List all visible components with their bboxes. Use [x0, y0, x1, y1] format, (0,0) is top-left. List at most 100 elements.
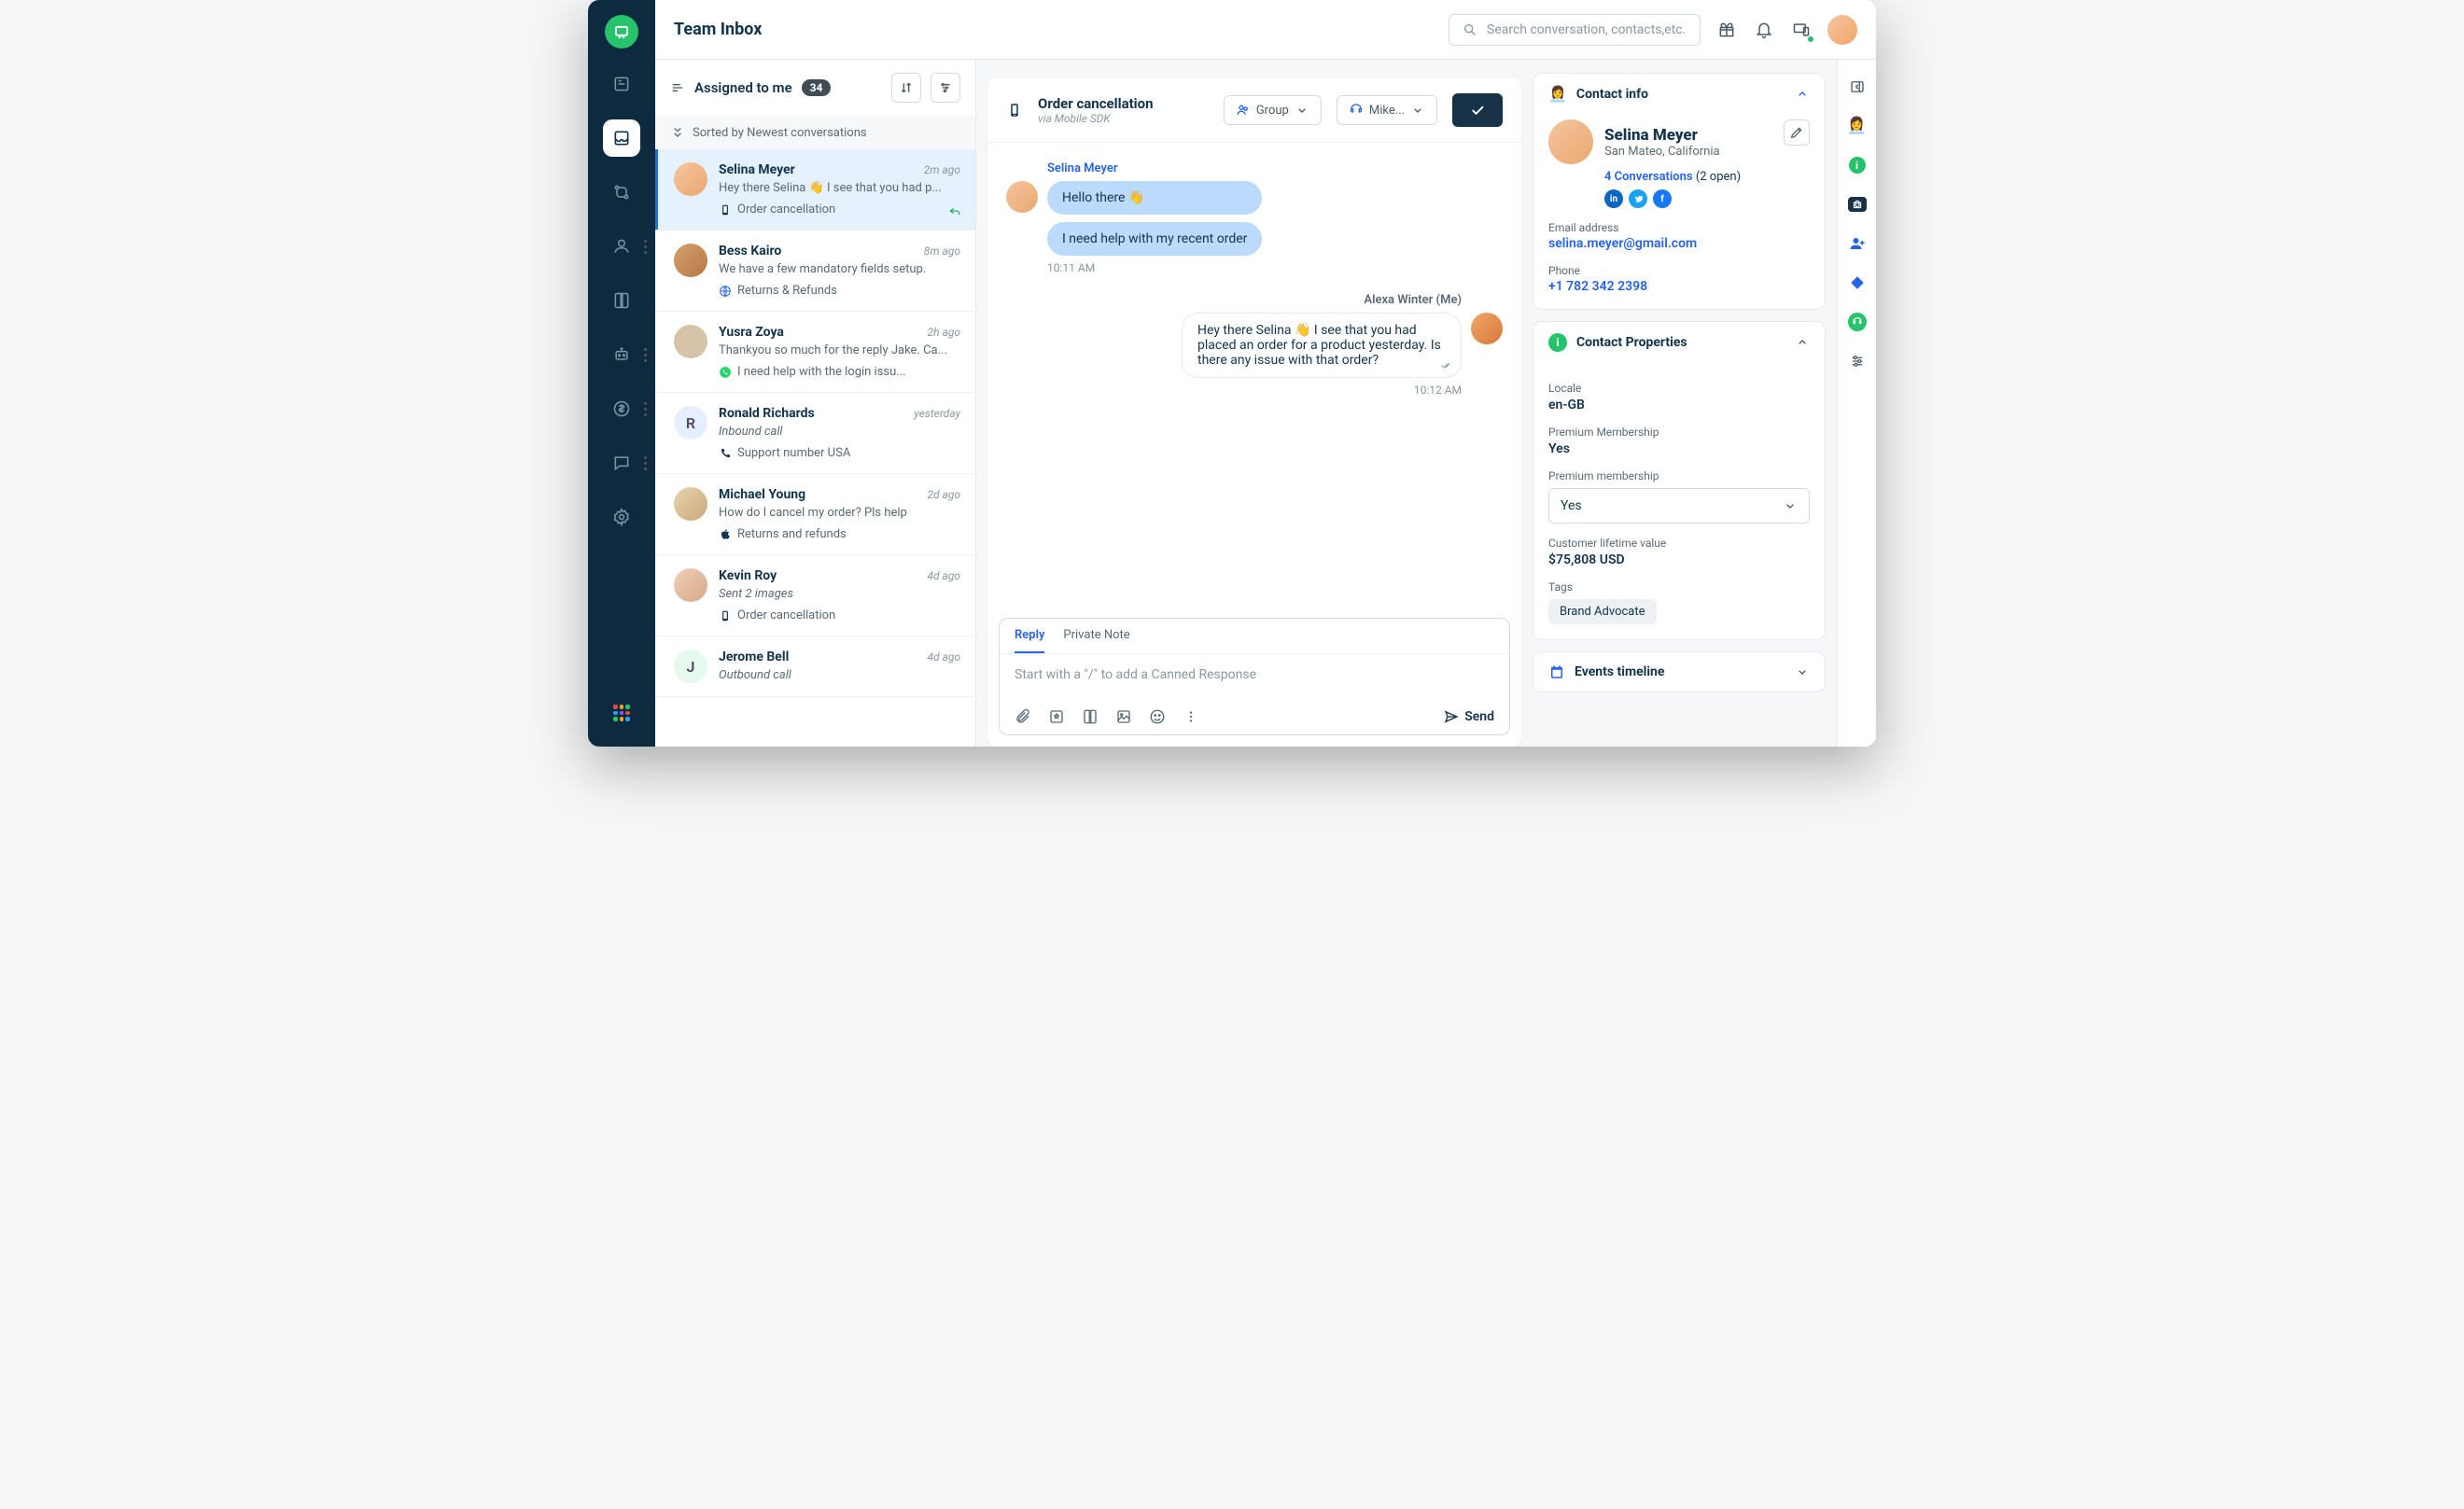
reply-textarea[interactable]: Start with a "/" to add a Canned Respons… [1000, 654, 1509, 699]
nav-knowledge[interactable] [603, 282, 640, 319]
nav-settings[interactable] [603, 498, 640, 536]
conversation-list-panel: Assigned to me 34 Sorted by Newest conve… [655, 60, 976, 747]
conversation-channel-tag: Returns & Refunds [719, 284, 960, 298]
gift-icon[interactable] [1715, 19, 1738, 41]
conversation-time: yesterday [914, 407, 960, 420]
conversation-preview: How do I cancel my order? Pls help [719, 506, 960, 520]
sort-label: Sorted by Newest conversations [655, 116, 975, 149]
image-icon[interactable] [1115, 708, 1132, 725]
nav-dashboard[interactable] [603, 65, 640, 103]
contact-phone[interactable]: +1 782 342 2398 [1548, 279, 1810, 294]
panel-toggle[interactable]: Events timeline [1533, 652, 1825, 692]
article-icon[interactable] [1082, 708, 1099, 725]
conversation-item[interactable]: J Jerome Bell 4d ago Outbound call [655, 636, 975, 697]
search-icon [1463, 22, 1477, 37]
devices-icon[interactable] [1790, 19, 1813, 41]
app-logo[interactable] [605, 15, 638, 49]
locale-value: en-GB [1548, 398, 1810, 412]
tag-chip[interactable]: Brand Advocate [1548, 599, 1657, 624]
panel-toggle[interactable]: 👩‍💼 Contact info [1533, 74, 1825, 114]
conversation-preview: Thankyou so much for the reply Jake. Ca.… [719, 343, 960, 357]
more-icon[interactable] [1183, 708, 1199, 725]
rail-headset-icon[interactable] [1847, 312, 1868, 332]
check-icon [1469, 102, 1486, 119]
avatar [674, 162, 707, 196]
rail-sliders-icon[interactable] [1847, 351, 1868, 371]
premium2-label: Premium membership [1548, 469, 1810, 482]
reply-composer: Reply Private Note Start with a "/" to a… [999, 618, 1510, 735]
rail-contact-icon[interactable]: 👩‍💼 [1847, 116, 1868, 136]
clv-label: Customer lifetime value [1548, 537, 1810, 550]
conversation-item[interactable]: Michael Young 2d ago How do I cancel my … [655, 474, 975, 555]
nav-billing[interactable] [603, 390, 640, 427]
header: Team Inbox Search conversation, contacts… [655, 0, 1876, 60]
nav-bots[interactable] [603, 336, 640, 373]
reply-icon [947, 203, 962, 218]
emoji-icon[interactable] [1149, 708, 1166, 725]
chevron-down-icon [1410, 103, 1425, 118]
premium-select[interactable]: Yes [1548, 488, 1810, 524]
group-dropdown[interactable]: Group [1224, 95, 1322, 125]
primary-nav [588, 0, 655, 747]
tab-reply[interactable]: Reply [1015, 628, 1044, 653]
rail-info-icon[interactable]: i [1847, 155, 1868, 175]
nav-contacts[interactable] [603, 228, 640, 265]
conversation-preview: Sent 2 images [719, 587, 960, 601]
search-input[interactable]: Search conversation, contacts,etc. [1449, 14, 1701, 46]
conversation-item[interactable]: Selina Meyer 2m ago Hey there Selina 👋 I… [655, 149, 975, 231]
notifications-icon[interactable] [1753, 19, 1775, 41]
linkedin-icon[interactable]: in [1604, 189, 1623, 208]
conversation-channel-tag: Order cancellation [719, 608, 960, 622]
conversation-name: Kevin Roy [719, 568, 777, 583]
panel-toggle[interactable]: i Contact Properties [1533, 322, 1825, 363]
premium-label: Premium Membership [1548, 426, 1810, 439]
conversation-item[interactable]: Yusra Zoya 2h ago Thankyou so much for t… [655, 312, 975, 393]
nav-inbox[interactable] [603, 119, 640, 157]
email-label: Email address [1548, 221, 1810, 234]
attachment-icon[interactable] [1015, 708, 1031, 725]
conversation-item[interactable]: R Ronald Richards yesterday Inbound call… [655, 393, 975, 474]
info-icon: i [1548, 333, 1567, 352]
resolve-button[interactable] [1452, 93, 1503, 127]
contact-name: Selina Meyer [1604, 126, 1772, 145]
contact-conversations[interactable]: 4 Conversations (2 open) [1604, 170, 1810, 184]
rail-camera-icon[interactable] [1847, 194, 1868, 215]
collapse-icon[interactable] [1847, 77, 1868, 97]
send-button[interactable]: Send [1444, 709, 1494, 724]
contact-properties-panel: i Contact Properties Locale en-GB Premiu… [1533, 321, 1826, 640]
contact-location: San Mateo, California [1604, 145, 1772, 159]
nav-flows[interactable] [603, 174, 640, 211]
twitter-icon[interactable] [1629, 189, 1647, 208]
nav-messages[interactable] [603, 444, 640, 482]
tab-private-note[interactable]: Private Note [1063, 628, 1129, 653]
conversation-item[interactable]: Bess Kairo 8m ago We have a few mandator… [655, 231, 975, 312]
count-badge: 34 [802, 79, 832, 96]
right-rail: 👩‍💼 i [1837, 60, 1876, 747]
nav-apps[interactable] [603, 694, 640, 732]
contact-email[interactable]: selina.meyer@gmail.com [1548, 236, 1810, 251]
conversation-item[interactable]: Kevin Roy 4d ago Sent 2 images Order can… [655, 555, 975, 636]
sort-button[interactable] [891, 73, 921, 103]
contact-avatar [1548, 119, 1593, 164]
avatar: J [674, 650, 707, 683]
premium-value: Yes [1548, 441, 1810, 456]
filter-button[interactable] [931, 73, 960, 103]
menu-icon[interactable] [670, 80, 685, 95]
rail-diamond-icon[interactable] [1847, 272, 1868, 293]
send-icon [1444, 709, 1459, 724]
canned-icon[interactable] [1048, 708, 1065, 725]
facebook-icon[interactable]: f [1653, 189, 1672, 208]
conversation-name: Selina Meyer [719, 162, 795, 177]
edit-contact-button[interactable] [1784, 119, 1810, 146]
read-receipt-icon [1440, 358, 1453, 371]
conversation-channel-tag: Returns and refunds [719, 527, 960, 541]
user-avatar[interactable] [1827, 15, 1857, 45]
agent-dropdown[interactable]: Mike... [1337, 95, 1437, 125]
conversation-time: 2h ago [928, 326, 960, 339]
avatar [674, 325, 707, 358]
chat-panel: Order cancellation via Mobile SDK Group … [976, 60, 1533, 747]
conversation-time: 2m ago [924, 163, 960, 176]
message-bubble: I need help with my recent order [1047, 222, 1262, 256]
list-filter-label[interactable]: Assigned to me [694, 79, 792, 96]
rail-user-plus-icon[interactable] [1847, 233, 1868, 254]
